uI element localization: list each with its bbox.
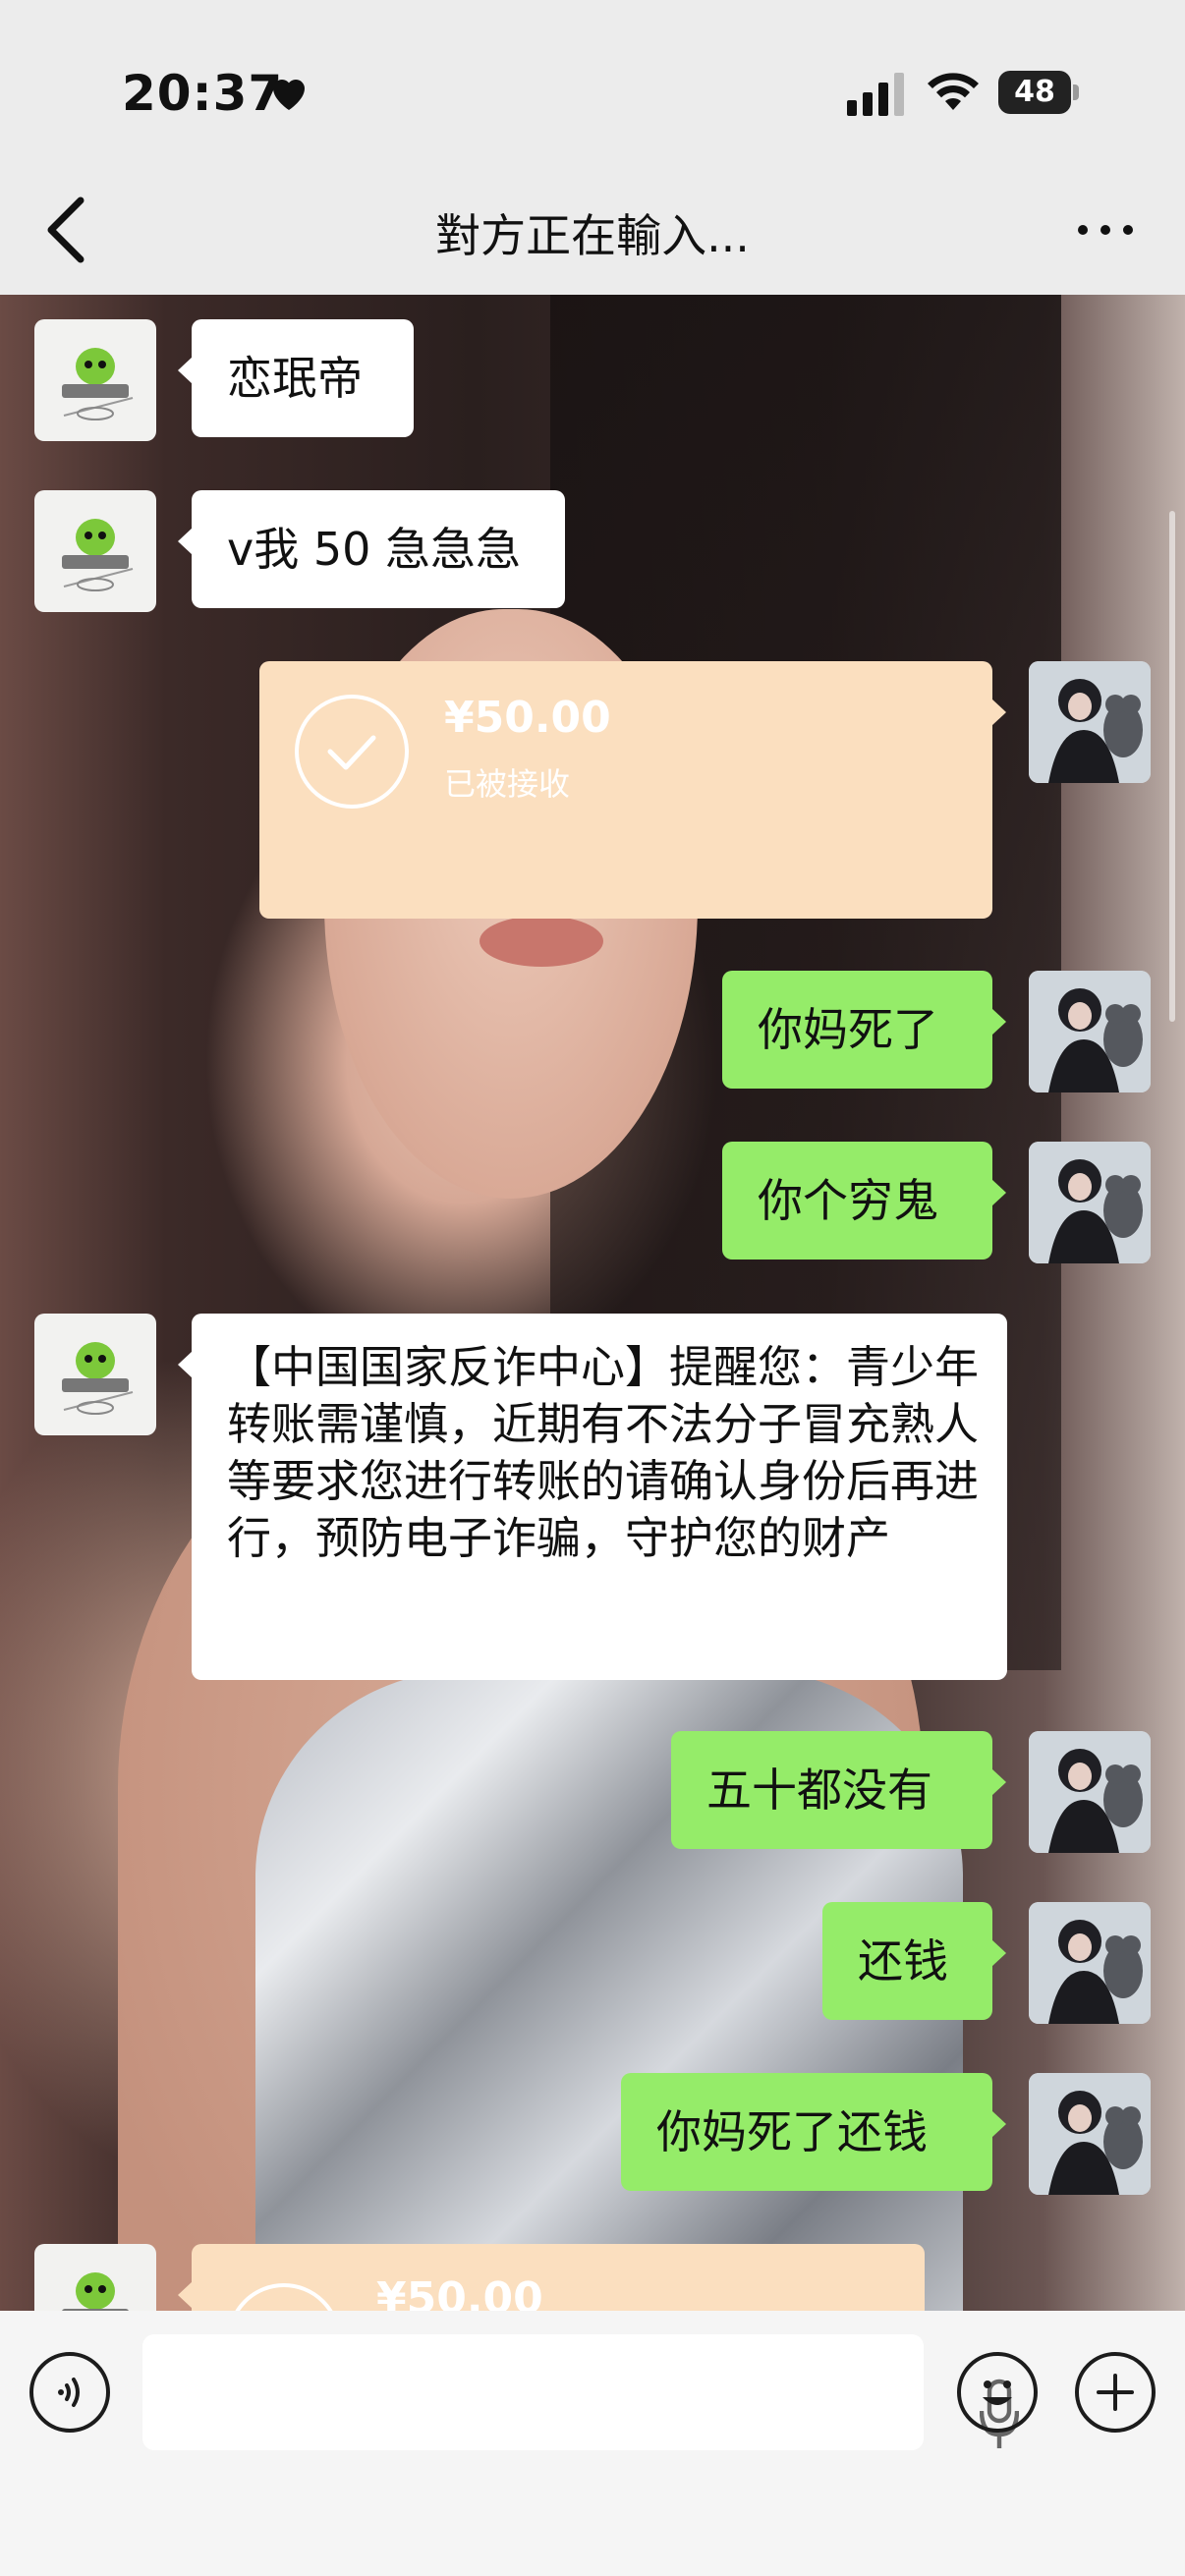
heart-icon bbox=[273, 80, 305, 110]
plus-icon[interactable] bbox=[1075, 2352, 1156, 2433]
my-avatar[interactable] bbox=[1029, 1902, 1151, 2024]
message-text: v我 50 急急急 bbox=[227, 523, 521, 576]
battery-level: 48 bbox=[1014, 75, 1055, 109]
message-text: 【中国国家反诈中心】提醒您：青少年转账需谨慎，近期有不法分子冒充熟人等要求您进行… bbox=[227, 1341, 980, 1564]
message-bubble[interactable]: 你个穷鬼 bbox=[722, 1142, 1006, 1260]
battery-icon: 48 bbox=[998, 71, 1079, 114]
my-avatar[interactable] bbox=[1029, 2073, 1151, 2195]
message-text: 还钱 bbox=[858, 1934, 948, 1988]
status-time: 20:37 bbox=[122, 65, 284, 122]
message-text: 五十都没有 bbox=[706, 1764, 932, 1817]
input-bar bbox=[0, 2311, 1185, 2576]
my-avatar[interactable] bbox=[1029, 971, 1151, 1092]
emoji-icon[interactable] bbox=[957, 2352, 1038, 2433]
contact-avatar[interactable] bbox=[34, 1314, 156, 1435]
message-bubble[interactable]: 五十都没有 bbox=[671, 1731, 1006, 1849]
message-bubble[interactable]: 你妈死了还钱 bbox=[621, 2073, 1006, 2191]
message-text: 你妈死了 bbox=[758, 1003, 938, 1056]
message-bubble[interactable]: 你妈死了 bbox=[722, 971, 1006, 1089]
transfer-amount: ¥50.00 bbox=[376, 2273, 543, 2311]
wallpaper-lips bbox=[480, 916, 603, 967]
scrollbar[interactable] bbox=[1169, 511, 1175, 1022]
wifi-icon bbox=[928, 73, 979, 110]
top-bar: 20:37 48 對方正在輸入... bbox=[0, 0, 1185, 295]
contact-avatar[interactable] bbox=[34, 490, 156, 612]
my-avatar[interactable] bbox=[1029, 661, 1151, 783]
contact-avatar[interactable] bbox=[34, 2244, 156, 2311]
message-bubble[interactable]: 【中国国家反诈中心】提醒您：青少年转账需谨慎，近期有不法分子冒充熟人等要求您进行… bbox=[178, 1314, 1007, 1680]
signal-icon bbox=[847, 73, 904, 116]
message-bubble[interactable]: v我 50 急急急 bbox=[178, 490, 565, 608]
transfer-amount: ¥50.00 bbox=[444, 693, 611, 743]
check-circle-icon bbox=[295, 695, 409, 809]
more-icon[interactable] bbox=[1075, 220, 1136, 240]
transfer-card[interactable]: ¥50.00 已被接收 bbox=[259, 661, 1006, 919]
chat-title: 對方正在輸入... bbox=[435, 209, 750, 262]
message-input[interactable] bbox=[142, 2334, 1019, 2450]
message-text: 你妈死了还钱 bbox=[656, 2105, 928, 2158]
message-bubble[interactable]: 恋珉帝 bbox=[178, 319, 414, 437]
transfer-status: 已被接收 bbox=[444, 765, 571, 803]
transfer-card[interactable]: ¥50.00 bbox=[178, 2244, 925, 2311]
transfer-circle-icon bbox=[227, 2283, 341, 2311]
my-avatar[interactable] bbox=[1029, 1142, 1151, 1263]
message-bubble[interactable]: 还钱 bbox=[822, 1902, 1006, 2020]
chat-area[interactable]: 恋珉帝 v我 50 急急急 ¥50.00 已被接收 你妈死了 你个穷鬼 【中国国… bbox=[0, 295, 1185, 2311]
my-avatar[interactable] bbox=[1029, 1731, 1151, 1853]
contact-avatar[interactable] bbox=[34, 319, 156, 441]
message-text: 你个穷鬼 bbox=[758, 1174, 938, 1227]
message-text: 恋珉帝 bbox=[227, 352, 363, 405]
voice-icon[interactable] bbox=[29, 2352, 110, 2433]
